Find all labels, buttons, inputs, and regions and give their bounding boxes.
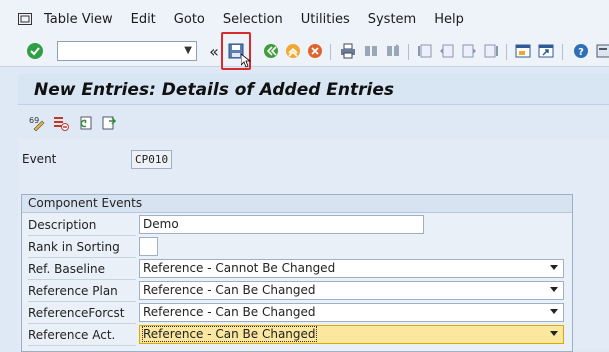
customize-layout-icon[interactable] bbox=[594, 42, 609, 60]
menu-goto[interactable]: Goto bbox=[174, 12, 205, 27]
reference-plan-value: Reference - Can Be Changed bbox=[143, 283, 316, 297]
toolbar-separator bbox=[506, 44, 507, 60]
rank-in-sorting-label: Rank in Sorting bbox=[28, 238, 136, 258]
display-change-icon[interactable]: 69 bbox=[28, 114, 46, 132]
description-label: Description bbox=[28, 216, 136, 236]
screen-title-bar: New Entries: Details of Added Entries bbox=[18, 74, 609, 105]
toolbar-separator bbox=[562, 44, 563, 60]
reference-plan-dropdown[interactable]: Reference - Can Be Changed bbox=[139, 281, 564, 300]
svg-text:?: ? bbox=[578, 47, 584, 58]
svg-text:69: 69 bbox=[29, 116, 39, 125]
find-icon[interactable] bbox=[362, 42, 380, 60]
ref-baseline-dropdown[interactable]: Reference - Cannot Be Changed bbox=[139, 259, 564, 278]
reference-forecast-dropdown[interactable]: Reference - Can Be Changed bbox=[139, 303, 564, 322]
menu-bar: Table View Edit Goto Selection Utilities… bbox=[0, 0, 609, 38]
application-toolbar: 69 bbox=[18, 110, 609, 136]
command-field[interactable]: ▼ bbox=[57, 41, 197, 61]
delete-icon[interactable] bbox=[52, 114, 70, 132]
exit-icon[interactable] bbox=[284, 42, 302, 60]
toolbar-separator bbox=[330, 44, 331, 60]
first-page-icon[interactable] bbox=[416, 42, 434, 60]
cancel-icon[interactable] bbox=[306, 42, 324, 60]
next-page-icon[interactable] bbox=[460, 42, 478, 60]
next-entry-icon[interactable] bbox=[100, 114, 118, 132]
event-label: Event bbox=[22, 152, 57, 166]
ref-baseline-label: Ref. Baseline bbox=[28, 260, 136, 280]
print-icon[interactable] bbox=[339, 42, 357, 60]
chevron-down-icon[interactable] bbox=[550, 287, 558, 292]
menu-selection[interactable]: Selection bbox=[223, 12, 283, 27]
chevron-down-icon[interactable] bbox=[550, 331, 558, 336]
menu-edit[interactable]: Edit bbox=[131, 12, 156, 27]
reference-plan-label: Reference Plan bbox=[28, 282, 136, 302]
reference-actual-value: Reference - Can Be Changed bbox=[142, 326, 317, 342]
shortcut-icon[interactable] bbox=[537, 42, 555, 60]
description-input[interactable]: Demo bbox=[139, 215, 424, 234]
last-page-icon[interactable] bbox=[482, 42, 500, 60]
help-icon[interactable]: ? bbox=[572, 42, 590, 60]
chevron-down-icon[interactable] bbox=[550, 309, 558, 314]
group-title: Component Events bbox=[22, 195, 572, 213]
menu-system[interactable]: System bbox=[368, 12, 416, 27]
chevron-down-icon[interactable] bbox=[550, 265, 558, 270]
command-field-dropdown-icon[interactable]: ▼ bbox=[184, 45, 192, 56]
menu-table-view[interactable]: Table View bbox=[44, 12, 113, 27]
reference-actual-label: Reference Act. bbox=[28, 326, 136, 346]
undo-icon[interactable] bbox=[76, 114, 94, 132]
mouse-cursor-icon bbox=[240, 53, 252, 71]
previous-page-icon[interactable] bbox=[438, 42, 456, 60]
new-session-icon[interactable] bbox=[514, 42, 532, 60]
toolbar-separator bbox=[408, 44, 409, 60]
page-title: New Entries: Details of Added Entries bbox=[34, 80, 395, 100]
menu-utilities[interactable]: Utilities bbox=[301, 12, 350, 27]
find-next-icon[interactable] bbox=[384, 42, 402, 60]
event-field: CP010 bbox=[131, 150, 172, 169]
check-circle-icon[interactable] bbox=[26, 42, 44, 60]
rank-in-sorting-checkbox[interactable] bbox=[139, 237, 158, 256]
ref-baseline-value: Reference - Cannot Be Changed bbox=[143, 261, 336, 275]
system-menu-icon[interactable] bbox=[16, 11, 34, 27]
reference-forecast-value: Reference - Can Be Changed bbox=[143, 305, 316, 319]
back-icon[interactable] bbox=[262, 42, 280, 60]
menu-help[interactable]: Help bbox=[434, 12, 464, 27]
reference-forecast-label: ReferenceForcst bbox=[28, 304, 136, 324]
reference-actual-dropdown[interactable]: Reference - Can Be Changed bbox=[139, 325, 564, 344]
